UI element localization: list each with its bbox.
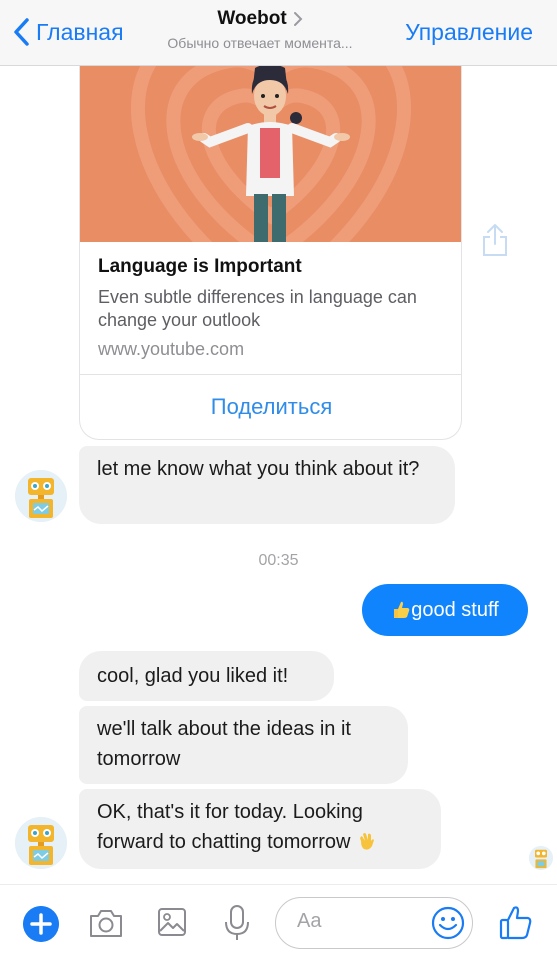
robot-avatar-icon — [15, 470, 67, 522]
outgoing-message-text: good stuff — [411, 598, 499, 621]
message-timestamp: 00:35 — [258, 552, 299, 569]
microphone-icon[interactable] — [224, 904, 250, 942]
thumbs-up-emoji — [394, 601, 410, 618]
manage-button[interactable]: Управление — [405, 19, 533, 46]
avatar[interactable] — [15, 817, 67, 869]
incoming-message[interactable]: we'll talk about the ideas in it tomorro… — [79, 706, 408, 784]
waving-hand-emoji — [360, 833, 374, 850]
link-title: Language is Important — [98, 256, 302, 277]
share-button[interactable]: Поделиться — [80, 375, 461, 439]
incoming-message[interactable]: let me know what you think about it? — [79, 446, 455, 524]
chat-subtitle: Обычно отвечает момента... — [167, 35, 353, 51]
share-out-icon[interactable] — [480, 222, 510, 258]
message-input-placeholder: Aa — [297, 910, 322, 932]
chevron-right-icon — [293, 12, 303, 26]
robot-avatar-icon — [15, 817, 67, 869]
back-label: Главная — [36, 18, 124, 45]
robot-avatar-icon — [529, 846, 553, 870]
link-description: Even subtle differences in language can … — [98, 287, 417, 330]
image-icon[interactable] — [157, 907, 187, 937]
incoming-message-text: OK, that's it for today. Looking forward… — [97, 801, 363, 853]
video-thumbnail[interactable] — [80, 66, 461, 242]
incoming-message[interactable]: OK, that's it for today. Looking forward… — [79, 789, 441, 869]
plus-icon[interactable] — [23, 906, 59, 942]
seen-indicator-avatar — [529, 846, 553, 870]
outgoing-message[interactable]: good stuff — [362, 584, 528, 636]
avatar[interactable] — [15, 470, 67, 522]
incoming-message[interactable]: cool, glad you liked it! — [79, 651, 334, 701]
link-preview-card[interactable]: Language is Important Even subtle differ… — [79, 66, 462, 440]
camera-icon[interactable] — [88, 907, 124, 939]
like-icon[interactable] — [499, 904, 533, 940]
link-url: www.youtube.com — [98, 339, 245, 359]
back-button[interactable]: Главная — [12, 14, 124, 50]
smiley-icon[interactable] — [431, 906, 465, 940]
thumbnail-illustration — [80, 66, 461, 242]
chat-header: Главная Woebot Обычно отвечает момента..… — [0, 0, 557, 66]
chat-title-area[interactable]: Woebot Обычно отвечает момента... — [140, 8, 380, 51]
chat-title: Woebot — [217, 8, 287, 29]
chevron-left-icon — [14, 18, 29, 46]
